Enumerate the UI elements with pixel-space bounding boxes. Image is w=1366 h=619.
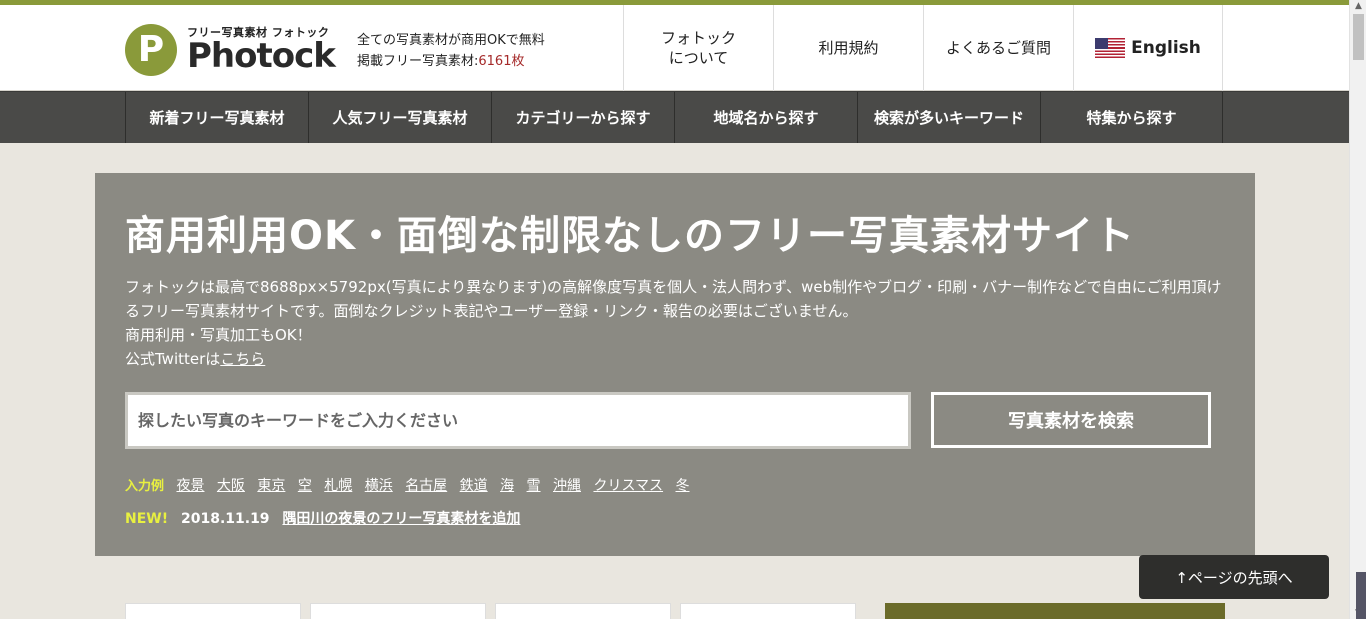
hero-desc-text: フォトックは最高で8688px×5792px(写真により異なります)の高解像度写… xyxy=(125,278,1222,320)
global-nav: 新着フリー写真素材 人気フリー写真素材 カテゴリーから探す 地域名から探す 検索… xyxy=(0,91,1349,143)
example-keyword[interactable]: 海 xyxy=(500,478,514,494)
scroll-up-icon[interactable]: ▲ xyxy=(1350,0,1366,12)
twitter-link[interactable]: こちら xyxy=(220,350,265,368)
nav-about[interactable]: フォトック について xyxy=(623,5,773,91)
nav-terms[interactable]: 利用規約 xyxy=(773,5,923,91)
nav-english[interactable]: English xyxy=(1073,5,1223,91)
logo-wordmark: Photock xyxy=(187,36,336,76)
twitter-line-prefix: 公式Twitterは xyxy=(125,350,221,368)
hero-title: 商用利用OK・面倒な制限なしのフリー写真素材サイト xyxy=(125,213,1135,259)
nav-terms-label: 利用規約 xyxy=(818,39,879,57)
gnav-keywords[interactable]: 検索が多いキーワード xyxy=(857,92,1040,143)
search-button[interactable]: 写真素材を検索 xyxy=(931,392,1211,448)
site-tagline: 全ての写真素材が商用OKで無料 掲載フリー写真素材:6161枚 xyxy=(357,30,545,72)
keyword-examples: 入力例 夜景 大阪 東京 空 札幌 横浜 名古屋 鉄道 海 雪 沖縄 クリスマス… xyxy=(125,475,698,495)
scroll-thumb[interactable] xyxy=(1353,14,1364,60)
example-keyword[interactable]: 横浜 xyxy=(365,478,393,494)
news-link[interactable]: 隅田川の夜景のフリー写真素材を追加 xyxy=(282,511,520,527)
gnav-features[interactable]: 特集から探す xyxy=(1040,92,1223,143)
example-keyword[interactable]: 名古屋 xyxy=(405,478,447,494)
header-nav: フォトック について 利用規約 よくあるご質問 English xyxy=(623,5,1223,91)
photo-card[interactable] xyxy=(310,603,486,619)
example-keyword[interactable]: 札幌 xyxy=(324,478,352,494)
photo-card[interactable] xyxy=(125,603,301,619)
example-keyword[interactable]: 沖縄 xyxy=(553,478,581,494)
us-flag-icon xyxy=(1095,38,1126,58)
hero-description: フォトックは最高で8688px×5792px(写真により異なります)の高解像度写… xyxy=(125,275,1235,371)
photo-count: 6161枚 xyxy=(478,54,525,69)
gnav-popular-photos[interactable]: 人気フリー写真素材 xyxy=(308,92,491,143)
example-keyword[interactable]: 鉄道 xyxy=(460,478,488,494)
hero-section: 商用利用OK・面倒な制限なしのフリー写真素材サイト フォトックは最高で8688p… xyxy=(95,173,1255,556)
nav-faq[interactable]: よくあるご質問 xyxy=(923,5,1073,91)
new-badge: NEW! xyxy=(125,511,169,527)
back-to-top-button[interactable]: ↑ページの先頭へ xyxy=(1139,555,1329,599)
examples-label: 入力例 xyxy=(125,479,165,494)
twitter-line: 公式Twitterはこちら xyxy=(125,347,1235,371)
scrollbar[interactable]: ▲ ▼ xyxy=(1349,0,1366,619)
gnav-new-photos[interactable]: 新着フリー写真素材 xyxy=(125,92,308,143)
tagline-text: 全ての写真素材が商用OKで無料 xyxy=(357,33,545,48)
example-keyword[interactable]: 東京 xyxy=(257,478,285,494)
photo-card[interactable] xyxy=(680,603,856,619)
nav-english-label: English xyxy=(1131,38,1201,58)
search-input[interactable] xyxy=(125,392,911,449)
gnav-regions[interactable]: 地域名から探す xyxy=(674,92,857,143)
example-keyword[interactable]: クリスマス xyxy=(593,478,663,494)
example-keyword[interactable]: 空 xyxy=(298,478,312,494)
corner-widget xyxy=(1356,572,1366,619)
site-logo[interactable]: P フリー写真素材 フォトック Photock xyxy=(125,24,340,84)
photo-card[interactable] xyxy=(495,603,671,619)
example-keyword[interactable]: 冬 xyxy=(676,478,690,494)
nav-faq-label: よくあるご質問 xyxy=(945,39,1051,57)
news-date: 2018.11.19 xyxy=(180,511,270,527)
photo-count-line: 掲載フリー写真素材:6161枚 xyxy=(357,51,545,72)
hero-desc-commercial: 商用利用・写真加工もOK！ xyxy=(125,326,312,344)
news-line: NEW! 2018.11.19 隅田川の夜景のフリー写真素材を追加 xyxy=(125,508,520,528)
logo-icon: P xyxy=(125,24,177,76)
example-keyword[interactable]: 夜景 xyxy=(176,478,204,494)
example-keyword[interactable]: 大阪 xyxy=(217,478,245,494)
sidebar-panel xyxy=(885,603,1225,619)
gnav-categories[interactable]: カテゴリーから探す xyxy=(491,92,674,143)
photo-count-label: 掲載フリー写真素材: xyxy=(357,54,479,69)
nav-about-label: フォトック について xyxy=(660,29,736,67)
example-keyword[interactable]: 雪 xyxy=(527,478,541,494)
